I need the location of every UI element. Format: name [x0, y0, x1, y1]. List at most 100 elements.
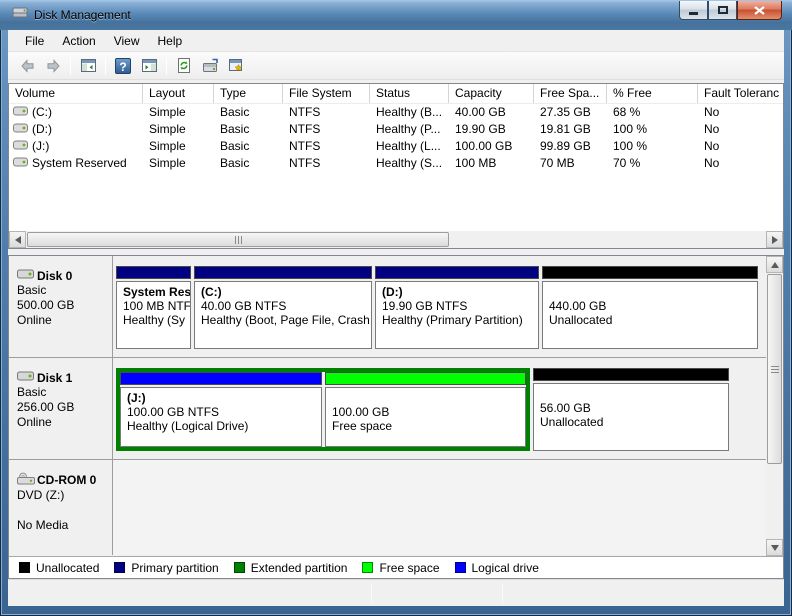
- cdrom0-media-status: No Media: [17, 518, 69, 532]
- legend-swatch: [454, 562, 466, 573]
- disk1-info-panel[interactable]: Disk 1 Basic 256.00 GB Online: [9, 358, 113, 459]
- partition-title: (J:): [127, 391, 146, 405]
- scroll-down-button[interactable]: [766, 539, 783, 556]
- cell-pctfree: 100 %: [613, 122, 648, 136]
- volume-icon: [13, 138, 28, 155]
- disk-properties-button[interactable]: [198, 55, 222, 77]
- legend-item-primary-partition: Primary partition: [114, 560, 219, 575]
- vertical-scrollbar[interactable]: [766, 256, 783, 556]
- arrow-down-icon: [770, 544, 779, 551]
- partition-disk1-unallocated[interactable]: 56.00 GB Unallocated: [533, 368, 729, 451]
- show-action-pane-button[interactable]: [137, 55, 161, 77]
- show-console-tree-button[interactable]: [76, 55, 100, 77]
- column-header-layout[interactable]: Layout: [143, 84, 214, 103]
- volume-row-d[interactable]: (D:) Simple Basic NTFS Healthy (P... 19.…: [9, 121, 783, 138]
- scroll-right-button[interactable]: [766, 231, 783, 248]
- cdrom0-info-panel[interactable]: CD-ROM 0 DVD (Z:) No Media: [9, 460, 113, 555]
- cell-layout: Simple: [149, 156, 186, 170]
- column-header-filesystem[interactable]: File System: [283, 84, 370, 103]
- volume-list-header: Volume Layout Type File System Status Ca…: [9, 84, 783, 104]
- partition-d[interactable]: (D:) 19.90 GB NTFS Healthy (Primary Part…: [375, 266, 539, 349]
- partition-size: 56.00 GB: [540, 401, 591, 415]
- maximize-button[interactable]: [708, 1, 737, 20]
- horizontal-scrollbar-thumb[interactable]: [27, 232, 449, 247]
- partition-size: 100.00 GB: [332, 405, 390, 419]
- cell-freespace: 99.89 GB: [540, 139, 591, 153]
- partition-free-space[interactable]: 100.00 GB Free space: [325, 372, 526, 447]
- column-header-freespace[interactable]: Free Spa...: [534, 84, 607, 103]
- cell-faulttolerance: No: [704, 156, 720, 170]
- partition-title: System Res: [123, 285, 191, 299]
- cell-pctfree: 100 %: [613, 139, 648, 153]
- horizontal-scrollbar[interactable]: [9, 231, 783, 248]
- partition-c[interactable]: (C:) 40.00 GB NTFS Healthy (Boot, Page F…: [194, 266, 372, 349]
- cell-layout: Simple: [149, 105, 186, 119]
- legend-label: Logical drive: [471, 560, 539, 575]
- back-button[interactable]: [15, 55, 39, 77]
- disk0-size: 500.00 GB: [17, 298, 75, 312]
- disk0-info-panel[interactable]: Disk 0 Basic 500.00 GB Online: [9, 256, 113, 357]
- partition-bar: [120, 372, 322, 385]
- partition-size: 440.00 GB: [549, 299, 607, 313]
- column-header-pctfree[interactable]: % Free: [607, 84, 698, 103]
- cell-faulttolerance: No: [704, 139, 720, 153]
- partition-disk0-unallocated[interactable]: 440.00 GB Unallocated: [542, 266, 758, 349]
- partition-size: 19.90 GB NTFS: [382, 299, 468, 313]
- column-header-type[interactable]: Type: [214, 84, 283, 103]
- partition-bar: [116, 266, 191, 279]
- column-header-status[interactable]: Status: [370, 84, 449, 103]
- legend-swatch: [362, 562, 374, 573]
- cdrom0-empty-area[interactable]: [113, 460, 766, 555]
- menu-file[interactable]: File: [16, 31, 53, 51]
- titlebar[interactable]: Disk Management: [0, 0, 792, 30]
- column-header-volume[interactable]: Volume: [9, 84, 143, 103]
- toolbar-separator: [70, 56, 71, 75]
- volume-icon: [13, 121, 28, 138]
- partition-size: 100.00 GB NTFS: [127, 405, 220, 419]
- forward-button[interactable]: [41, 55, 65, 77]
- legend-label: Primary partition: [131, 560, 219, 575]
- rescan-disks-icon: [228, 58, 243, 71]
- cell-filesystem: NTFS: [289, 105, 321, 119]
- volume-row-c[interactable]: (C:) Simple Basic NTFS Healthy (B... 40.…: [9, 104, 783, 121]
- volume-row-j[interactable]: (J:) Simple Basic NTFS Healthy (L... 100…: [9, 138, 783, 155]
- disk1-name: Disk 1: [37, 370, 73, 385]
- help-button[interactable]: ?: [111, 55, 135, 77]
- disk1-size: 256.00 GB: [17, 400, 75, 414]
- menu-view[interactable]: View: [105, 31, 149, 51]
- refresh-button[interactable]: [172, 55, 196, 77]
- close-button[interactable]: [737, 1, 782, 20]
- statusbar-divider: [502, 583, 503, 603]
- cell-status: Healthy (B...: [376, 105, 443, 119]
- scroll-left-button[interactable]: [9, 231, 26, 248]
- cell-status: Healthy (P...: [376, 122, 441, 136]
- cell-layout: Simple: [149, 122, 186, 136]
- partition-system-reserved[interactable]: System Res 100 MB NTF Healthy (Sy: [116, 266, 191, 349]
- column-header-faulttolerance[interactable]: Fault Toleranc: [698, 84, 783, 103]
- cdrom0-row: CD-ROM 0 DVD (Z:) No Media: [9, 460, 766, 555]
- menu-help[interactable]: Help: [149, 31, 192, 51]
- status-bar: [8, 579, 784, 606]
- cdrom0-type: DVD (Z:): [17, 488, 65, 502]
- column-header-capacity[interactable]: Capacity: [449, 84, 534, 103]
- scroll-up-button[interactable]: [766, 256, 783, 273]
- scrollbar-grip-icon: [770, 365, 779, 373]
- disk0-name: Disk 0: [37, 268, 73, 283]
- back-icon: [20, 58, 33, 73]
- minimize-icon: [689, 12, 698, 15]
- disk1-row: Disk 1 Basic 256.00 GB Online (J:) 100.0…: [9, 358, 766, 460]
- legend-swatch: [19, 562, 30, 573]
- cell-pctfree: 68 %: [613, 105, 641, 119]
- graphical-view-pane: Disk 0 Basic 500.00 GB Online System Res…: [8, 255, 784, 579]
- cell-capacity: 100 MB: [455, 156, 497, 170]
- rescan-disks-button[interactable]: [224, 55, 248, 77]
- legend-label: Free space: [379, 560, 440, 575]
- legend-item-extended-partition: Extended partition: [233, 561, 347, 575]
- vertical-scrollbar-thumb[interactable]: [767, 274, 782, 464]
- minimize-button[interactable]: [679, 1, 708, 20]
- refresh-icon: [178, 58, 190, 73]
- legend-label: Unallocated: [36, 560, 100, 575]
- partition-j[interactable]: (J:) 100.00 GB NTFS Healthy (Logical Dri…: [120, 372, 322, 447]
- menu-action[interactable]: Action: [53, 31, 104, 51]
- volume-row-system-reserved[interactable]: System Reserved Simple Basic NTFS Health…: [9, 155, 783, 172]
